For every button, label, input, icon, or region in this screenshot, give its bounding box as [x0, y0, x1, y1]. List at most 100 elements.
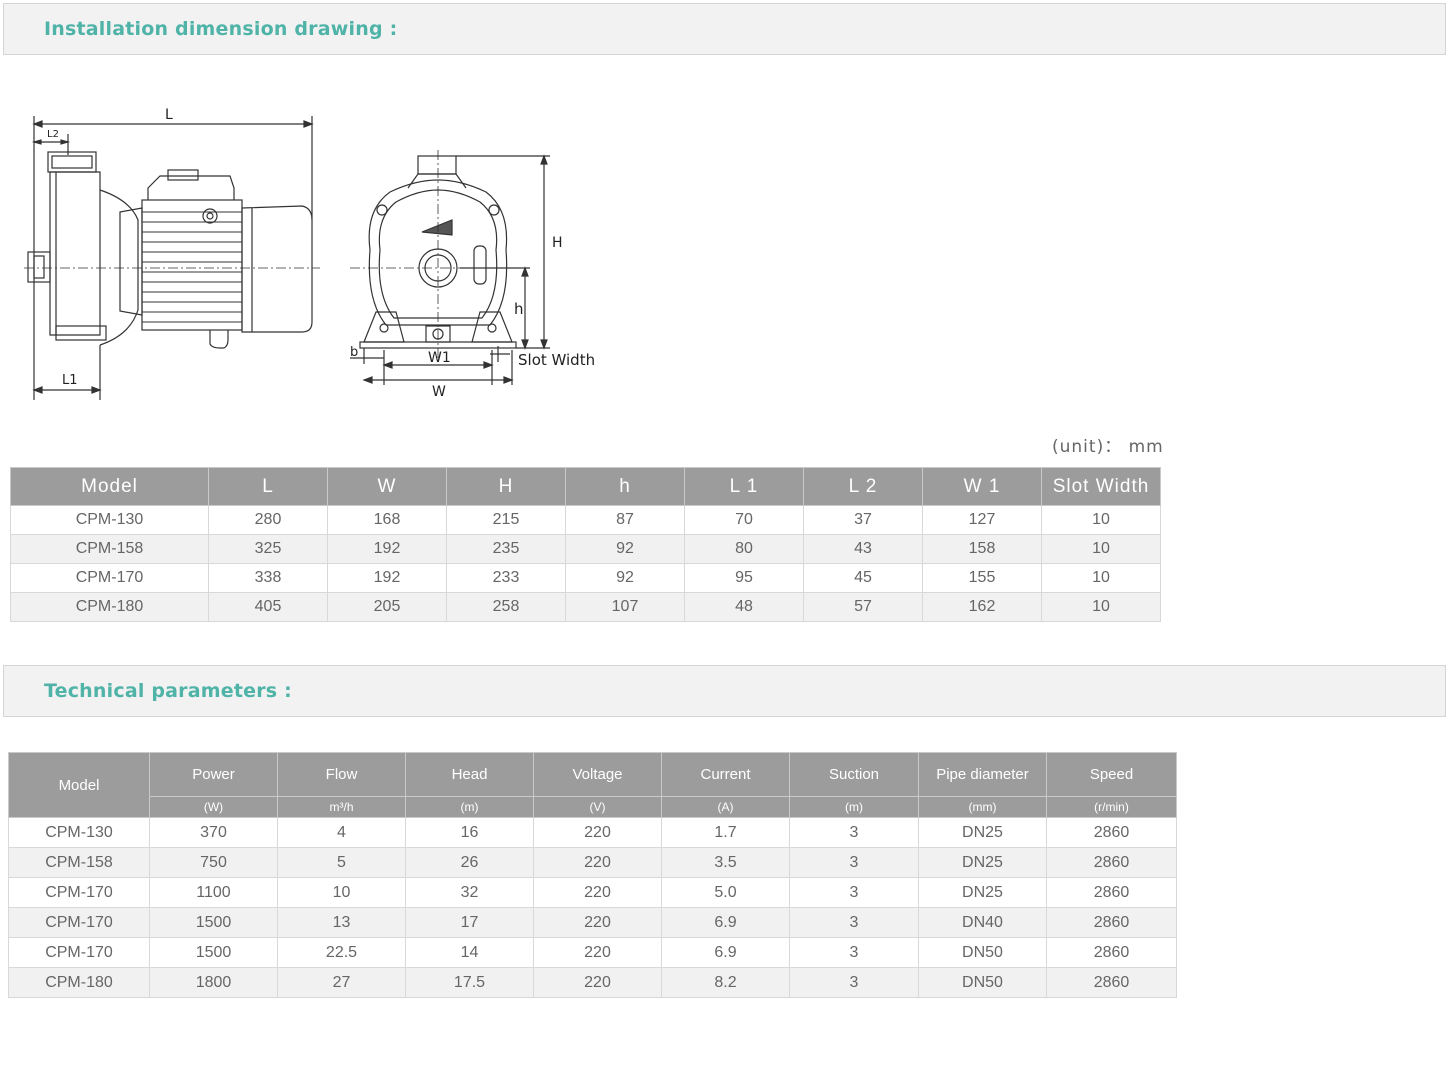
table-row: CPM-130 280 168 215 87 70 37 127 10	[10, 505, 1161, 535]
table-cell: 215	[446, 505, 566, 535]
header-cell: Head	[405, 752, 534, 797]
dimension-table: Model L W H h L 1 L 2 W 1 Slot Width CPM…	[10, 467, 1161, 622]
table-cell: 70	[684, 505, 804, 535]
table-cell: 32	[405, 877, 534, 908]
table-cell: CPM-170	[8, 907, 150, 938]
table-cell: CPM-130	[10, 505, 209, 535]
table-cell: 14	[405, 937, 534, 968]
table-cell: 17	[405, 907, 534, 938]
table-cell: 10	[277, 877, 406, 908]
table-cell: DN25	[918, 847, 1047, 878]
table-cell: 16	[405, 817, 534, 848]
table-cell: 107	[565, 592, 685, 622]
table-cell: 155	[922, 563, 1042, 593]
table-cell: 220	[533, 817, 662, 848]
header-cell: Speed	[1046, 752, 1177, 797]
label-W1: W1	[428, 350, 451, 366]
table-cell: 192	[327, 563, 447, 593]
header-cell: Current	[661, 752, 790, 797]
table-cell: 17.5	[405, 967, 534, 998]
table-cell: 1.7	[661, 817, 790, 848]
table-cell: 3	[789, 847, 919, 878]
table-cell: 10	[1041, 505, 1161, 535]
table-cell: CPM-158	[8, 847, 150, 878]
table-cell: 280	[208, 505, 328, 535]
table-row: CPM-158 325 192 235 92 80 43 158 10	[10, 534, 1161, 564]
table-cell: 338	[208, 563, 328, 593]
table-row: CPM-180 405 205 258 107 48 57 162 10	[10, 592, 1161, 622]
label-b: b	[350, 345, 358, 360]
table-cell: 3	[789, 967, 919, 998]
table-cell: 750	[149, 847, 278, 878]
table-cell: DN50	[918, 967, 1047, 998]
unit-cell: (W)	[149, 796, 278, 818]
table-cell: 10	[1041, 592, 1161, 622]
label-H: H	[552, 235, 563, 251]
table-row: CPM-170 1100 10 32 220 5.0 3 DN25 2860	[8, 877, 1177, 908]
table-cell: 1100	[149, 877, 278, 908]
header-cell: Flow	[277, 752, 406, 797]
table-cell: 2860	[1046, 847, 1177, 878]
table-row: CPM-158 750 5 26 220 3.5 3 DN25 2860	[8, 847, 1177, 878]
header-cell: Suction	[789, 752, 919, 797]
table-cell: 325	[208, 534, 328, 564]
table-cell: 80	[684, 534, 804, 564]
label-W: W	[432, 384, 446, 400]
header-cell: W 1	[922, 467, 1042, 506]
table-row: CPM-130 370 4 16 220 1.7 3 DN25 2860	[8, 817, 1177, 848]
table-cell: 2860	[1046, 907, 1177, 938]
label-L: L	[165, 107, 173, 123]
table-cell: 43	[803, 534, 923, 564]
table-cell: 3.5	[661, 847, 790, 878]
table-cell: 192	[327, 534, 447, 564]
header-cell: Model	[8, 752, 150, 818]
table-cell: 92	[565, 563, 685, 593]
table-cell: CPM-170	[8, 937, 150, 968]
table-cell: 2860	[1046, 937, 1177, 968]
table-cell: 405	[208, 592, 328, 622]
technical-section-header: Technical parameters :	[3, 665, 1446, 717]
unit-cell: (A)	[661, 796, 790, 818]
table-cell: CPM-180	[8, 967, 150, 998]
header-cell: h	[565, 467, 685, 506]
table-cell: 220	[533, 877, 662, 908]
table-cell: DN25	[918, 817, 1047, 848]
header-cell: Model	[10, 467, 209, 506]
table-cell: 27	[277, 967, 406, 998]
table-cell: 6.9	[661, 937, 790, 968]
technical-header-row: Model Power Flow Head Voltage Current Su…	[8, 752, 1177, 818]
table-row: CPM-170 338 192 233 92 95 45 155 10	[10, 563, 1161, 593]
table-cell: 370	[149, 817, 278, 848]
table-cell: DN25	[918, 877, 1047, 908]
table-cell: CPM-170	[10, 563, 209, 593]
table-cell: 162	[922, 592, 1042, 622]
header-cell: H	[446, 467, 566, 506]
pump-dimension-drawing: L L2 L1 H h b W1 W Slot Width	[24, 107, 595, 400]
table-cell: 4	[277, 817, 406, 848]
table-cell: 3	[789, 817, 919, 848]
table-cell: 258	[446, 592, 566, 622]
unit-cell: (r/min)	[1046, 796, 1177, 818]
unit-cell: (m)	[405, 796, 534, 818]
unit-cell: (m)	[789, 796, 919, 818]
table-cell: 5.0	[661, 877, 790, 908]
table-cell: 220	[533, 847, 662, 878]
table-cell: 13	[277, 907, 406, 938]
installation-section-header: Installation dimension drawing :	[3, 3, 1446, 55]
header-cell: Slot Width	[1041, 467, 1161, 506]
table-cell: 6.9	[661, 907, 790, 938]
table-cell: 158	[922, 534, 1042, 564]
header-cell: L	[208, 467, 328, 506]
label-slot-width: Slot Width	[518, 351, 595, 369]
table-cell: 22.5	[277, 937, 406, 968]
table-cell: 1800	[149, 967, 278, 998]
label-L2: L2	[47, 129, 59, 140]
table-row: CPM-170 1500 22.5 14 220 6.9 3 DN50 2860	[8, 937, 1177, 968]
table-cell: 3	[789, 877, 919, 908]
table-cell: 2860	[1046, 817, 1177, 848]
table-cell: 3	[789, 907, 919, 938]
table-cell: 95	[684, 563, 804, 593]
installation-section-title: Installation dimension drawing :	[44, 18, 398, 40]
table-cell: 2860	[1046, 877, 1177, 908]
table-cell: DN50	[918, 937, 1047, 968]
